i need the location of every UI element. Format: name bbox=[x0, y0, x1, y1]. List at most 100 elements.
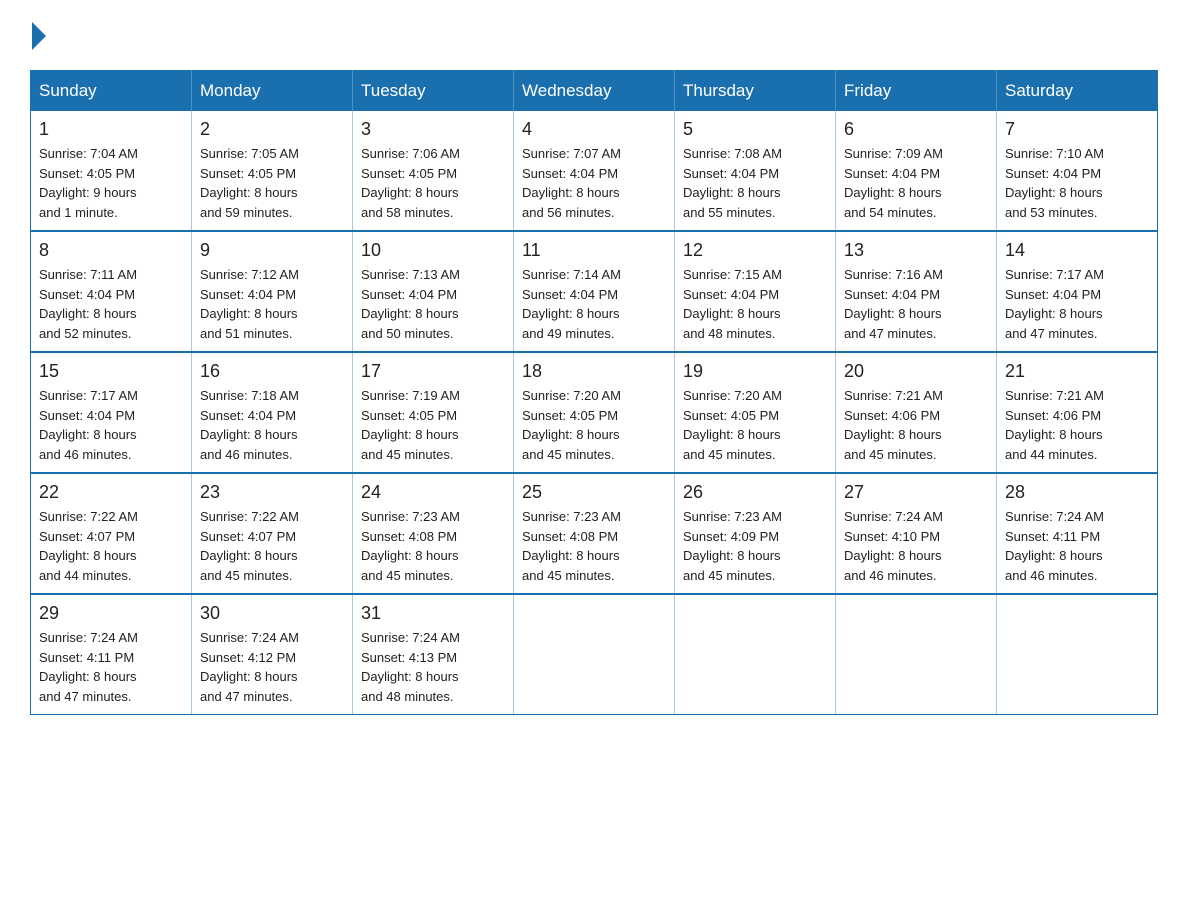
day-info: Sunrise: 7:14 AMSunset: 4:04 PMDaylight:… bbox=[522, 265, 666, 343]
day-number: 11 bbox=[522, 240, 666, 261]
calendar-day-cell: 7 Sunrise: 7:10 AMSunset: 4:04 PMDayligh… bbox=[997, 111, 1158, 231]
day-number: 18 bbox=[522, 361, 666, 382]
day-info: Sunrise: 7:09 AMSunset: 4:04 PMDaylight:… bbox=[844, 144, 988, 222]
calendar-day-cell bbox=[997, 594, 1158, 715]
calendar-day-cell: 9 Sunrise: 7:12 AMSunset: 4:04 PMDayligh… bbox=[192, 231, 353, 352]
calendar-day-cell: 4 Sunrise: 7:07 AMSunset: 4:04 PMDayligh… bbox=[514, 111, 675, 231]
calendar-week-row: 15 Sunrise: 7:17 AMSunset: 4:04 PMDaylig… bbox=[31, 352, 1158, 473]
day-info: Sunrise: 7:16 AMSunset: 4:04 PMDaylight:… bbox=[844, 265, 988, 343]
page-header bbox=[30, 20, 1158, 50]
calendar-day-cell: 27 Sunrise: 7:24 AMSunset: 4:10 PMDaylig… bbox=[836, 473, 997, 594]
day-info: Sunrise: 7:08 AMSunset: 4:04 PMDaylight:… bbox=[683, 144, 827, 222]
day-info: Sunrise: 7:05 AMSunset: 4:05 PMDaylight:… bbox=[200, 144, 344, 222]
calendar-day-cell: 23 Sunrise: 7:22 AMSunset: 4:07 PMDaylig… bbox=[192, 473, 353, 594]
calendar-week-row: 29 Sunrise: 7:24 AMSunset: 4:11 PMDaylig… bbox=[31, 594, 1158, 715]
calendar-day-cell: 8 Sunrise: 7:11 AMSunset: 4:04 PMDayligh… bbox=[31, 231, 192, 352]
calendar-day-cell: 19 Sunrise: 7:20 AMSunset: 4:05 PMDaylig… bbox=[675, 352, 836, 473]
day-info: Sunrise: 7:15 AMSunset: 4:04 PMDaylight:… bbox=[683, 265, 827, 343]
day-info: Sunrise: 7:22 AMSunset: 4:07 PMDaylight:… bbox=[200, 507, 344, 585]
day-number: 29 bbox=[39, 603, 183, 624]
calendar-week-row: 22 Sunrise: 7:22 AMSunset: 4:07 PMDaylig… bbox=[31, 473, 1158, 594]
day-number: 19 bbox=[683, 361, 827, 382]
calendar-day-cell: 17 Sunrise: 7:19 AMSunset: 4:05 PMDaylig… bbox=[353, 352, 514, 473]
day-info: Sunrise: 7:24 AMSunset: 4:12 PMDaylight:… bbox=[200, 628, 344, 706]
day-number: 24 bbox=[361, 482, 505, 503]
day-number: 22 bbox=[39, 482, 183, 503]
day-number: 23 bbox=[200, 482, 344, 503]
day-number: 12 bbox=[683, 240, 827, 261]
day-number: 5 bbox=[683, 119, 827, 140]
day-number: 16 bbox=[200, 361, 344, 382]
day-number: 2 bbox=[200, 119, 344, 140]
calendar-day-cell: 2 Sunrise: 7:05 AMSunset: 4:05 PMDayligh… bbox=[192, 111, 353, 231]
day-info: Sunrise: 7:24 AMSunset: 4:11 PMDaylight:… bbox=[39, 628, 183, 706]
calendar-day-cell: 24 Sunrise: 7:23 AMSunset: 4:08 PMDaylig… bbox=[353, 473, 514, 594]
day-number: 13 bbox=[844, 240, 988, 261]
day-info: Sunrise: 7:07 AMSunset: 4:04 PMDaylight:… bbox=[522, 144, 666, 222]
day-info: Sunrise: 7:12 AMSunset: 4:04 PMDaylight:… bbox=[200, 265, 344, 343]
day-number: 3 bbox=[361, 119, 505, 140]
calendar-day-cell: 11 Sunrise: 7:14 AMSunset: 4:04 PMDaylig… bbox=[514, 231, 675, 352]
calendar-week-row: 8 Sunrise: 7:11 AMSunset: 4:04 PMDayligh… bbox=[31, 231, 1158, 352]
day-number: 10 bbox=[361, 240, 505, 261]
day-info: Sunrise: 7:13 AMSunset: 4:04 PMDaylight:… bbox=[361, 265, 505, 343]
day-number: 7 bbox=[1005, 119, 1149, 140]
calendar-header-sunday: Sunday bbox=[31, 71, 192, 112]
calendar-day-cell: 13 Sunrise: 7:16 AMSunset: 4:04 PMDaylig… bbox=[836, 231, 997, 352]
calendar-day-cell: 16 Sunrise: 7:18 AMSunset: 4:04 PMDaylig… bbox=[192, 352, 353, 473]
day-info: Sunrise: 7:19 AMSunset: 4:05 PMDaylight:… bbox=[361, 386, 505, 464]
calendar-day-cell: 5 Sunrise: 7:08 AMSunset: 4:04 PMDayligh… bbox=[675, 111, 836, 231]
calendar-header-tuesday: Tuesday bbox=[353, 71, 514, 112]
day-number: 4 bbox=[522, 119, 666, 140]
day-info: Sunrise: 7:10 AMSunset: 4:04 PMDaylight:… bbox=[1005, 144, 1149, 222]
calendar-day-cell: 15 Sunrise: 7:17 AMSunset: 4:04 PMDaylig… bbox=[31, 352, 192, 473]
day-info: Sunrise: 7:24 AMSunset: 4:10 PMDaylight:… bbox=[844, 507, 988, 585]
day-info: Sunrise: 7:17 AMSunset: 4:04 PMDaylight:… bbox=[1005, 265, 1149, 343]
day-info: Sunrise: 7:24 AMSunset: 4:11 PMDaylight:… bbox=[1005, 507, 1149, 585]
calendar-day-cell: 28 Sunrise: 7:24 AMSunset: 4:11 PMDaylig… bbox=[997, 473, 1158, 594]
day-info: Sunrise: 7:20 AMSunset: 4:05 PMDaylight:… bbox=[683, 386, 827, 464]
day-info: Sunrise: 7:06 AMSunset: 4:05 PMDaylight:… bbox=[361, 144, 505, 222]
day-number: 6 bbox=[844, 119, 988, 140]
day-info: Sunrise: 7:21 AMSunset: 4:06 PMDaylight:… bbox=[1005, 386, 1149, 464]
calendar-header-monday: Monday bbox=[192, 71, 353, 112]
day-info: Sunrise: 7:24 AMSunset: 4:13 PMDaylight:… bbox=[361, 628, 505, 706]
calendar-day-cell: 21 Sunrise: 7:21 AMSunset: 4:06 PMDaylig… bbox=[997, 352, 1158, 473]
calendar-header-thursday: Thursday bbox=[675, 71, 836, 112]
day-number: 26 bbox=[683, 482, 827, 503]
calendar-header-friday: Friday bbox=[836, 71, 997, 112]
calendar-day-cell: 12 Sunrise: 7:15 AMSunset: 4:04 PMDaylig… bbox=[675, 231, 836, 352]
day-number: 14 bbox=[1005, 240, 1149, 261]
day-number: 31 bbox=[361, 603, 505, 624]
calendar-day-cell: 18 Sunrise: 7:20 AMSunset: 4:05 PMDaylig… bbox=[514, 352, 675, 473]
calendar-day-cell: 29 Sunrise: 7:24 AMSunset: 4:11 PMDaylig… bbox=[31, 594, 192, 715]
day-info: Sunrise: 7:18 AMSunset: 4:04 PMDaylight:… bbox=[200, 386, 344, 464]
day-info: Sunrise: 7:21 AMSunset: 4:06 PMDaylight:… bbox=[844, 386, 988, 464]
day-number: 21 bbox=[1005, 361, 1149, 382]
day-info: Sunrise: 7:23 AMSunset: 4:08 PMDaylight:… bbox=[361, 507, 505, 585]
calendar-day-cell: 14 Sunrise: 7:17 AMSunset: 4:04 PMDaylig… bbox=[997, 231, 1158, 352]
calendar-day-cell: 3 Sunrise: 7:06 AMSunset: 4:05 PMDayligh… bbox=[353, 111, 514, 231]
day-number: 8 bbox=[39, 240, 183, 261]
day-info: Sunrise: 7:23 AMSunset: 4:08 PMDaylight:… bbox=[522, 507, 666, 585]
day-number: 9 bbox=[200, 240, 344, 261]
calendar-day-cell: 22 Sunrise: 7:22 AMSunset: 4:07 PMDaylig… bbox=[31, 473, 192, 594]
day-info: Sunrise: 7:22 AMSunset: 4:07 PMDaylight:… bbox=[39, 507, 183, 585]
day-info: Sunrise: 7:17 AMSunset: 4:04 PMDaylight:… bbox=[39, 386, 183, 464]
calendar-table: SundayMondayTuesdayWednesdayThursdayFrid… bbox=[30, 70, 1158, 715]
calendar-header-row: SundayMondayTuesdayWednesdayThursdayFrid… bbox=[31, 71, 1158, 112]
day-number: 27 bbox=[844, 482, 988, 503]
day-info: Sunrise: 7:11 AMSunset: 4:04 PMDaylight:… bbox=[39, 265, 183, 343]
calendar-day-cell bbox=[514, 594, 675, 715]
day-number: 28 bbox=[1005, 482, 1149, 503]
calendar-header-wednesday: Wednesday bbox=[514, 71, 675, 112]
day-number: 25 bbox=[522, 482, 666, 503]
calendar-day-cell: 20 Sunrise: 7:21 AMSunset: 4:06 PMDaylig… bbox=[836, 352, 997, 473]
calendar-day-cell: 30 Sunrise: 7:24 AMSunset: 4:12 PMDaylig… bbox=[192, 594, 353, 715]
calendar-week-row: 1 Sunrise: 7:04 AMSunset: 4:05 PMDayligh… bbox=[31, 111, 1158, 231]
logo-triangle-icon bbox=[32, 22, 46, 50]
day-number: 1 bbox=[39, 119, 183, 140]
day-info: Sunrise: 7:04 AMSunset: 4:05 PMDaylight:… bbox=[39, 144, 183, 222]
logo bbox=[30, 20, 50, 50]
calendar-day-cell: 26 Sunrise: 7:23 AMSunset: 4:09 PMDaylig… bbox=[675, 473, 836, 594]
